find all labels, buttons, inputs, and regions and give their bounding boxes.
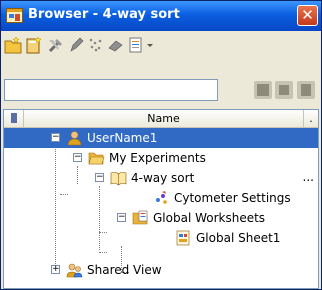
browser-window: Browser - 4-way sort ✕ Name . − UserName… [0,0,322,290]
user-icon [67,131,82,146]
window-title: Browser - 4-way sort [28,7,180,22]
column-header-extra[interactable]: . [304,110,318,127]
tree-node-label: My Experiments [109,151,206,165]
close-icon: ✕ [301,6,314,24]
tree-node-global-sheet1[interactable]: Global Sheet1 [4,228,318,248]
close-button[interactable]: ✕ [297,5,318,26]
column-header: Name . [4,110,318,128]
tree-node-4-way-sort[interactable]: − 4-way sort ... [4,168,318,188]
filter-icon[interactable] [254,81,272,99]
collapse-icon[interactable]: − [51,133,60,142]
shared-users-icon [66,263,83,278]
tree-node-my-experiments[interactable]: − My Experiments [4,148,318,168]
gate-icon[interactable] [87,36,105,54]
folder-open-icon [88,152,105,165]
browser-tree: Name . − UserName1 − My Experiments − 4-… [3,109,319,289]
title-bar[interactable]: Browser - 4-way sort ✕ [1,1,321,31]
column-marker-icon [10,113,17,123]
properties-icon[interactable] [297,81,315,99]
tree-node-label: 4-way sort [131,171,195,185]
search-input[interactable] [4,79,218,101]
worksheet-icon [176,230,190,246]
tree-node-username1[interactable]: − UserName1 [4,128,318,148]
eraser-icon[interactable] [107,36,125,54]
experiment-book-icon [110,172,127,186]
cytometer-settings-icon [156,191,167,204]
collapse-icon[interactable]: − [117,213,126,222]
search-row [1,79,321,105]
tree-node-cytometer-settings[interactable]: Cytometer Settings [4,188,318,208]
worksheets-folder-icon [132,210,148,225]
more-indicator: ... [302,170,314,184]
new-folder-icon[interactable] [4,36,22,54]
collapse-icon[interactable]: − [95,173,104,182]
tools-icon[interactable] [47,36,65,54]
tree-node-label: UserName1 [87,131,158,145]
sort-icon[interactable] [275,81,293,99]
tree-node-label: Global Sheet1 [196,231,281,245]
tree-guide [99,252,107,253]
tree-node-label: Shared View [87,263,162,277]
tree-node-shared-view[interactable]: + Shared View [4,260,318,280]
collapse-icon[interactable]: − [73,153,82,162]
tree-node-label: Cytometer Settings [174,191,291,205]
document-icon[interactable] [127,36,145,54]
column-header-name[interactable]: Name [24,110,304,127]
chevron-down-icon[interactable] [145,36,155,54]
tree-node-label: Global Worksheets [153,211,266,225]
column-header-icon[interactable] [4,110,24,127]
new-experiment-icon[interactable] [25,36,43,54]
browser-app-icon [6,8,23,23]
tree-node-global-worksheets[interactable]: − Global Worksheets [4,208,318,228]
toolbar [1,33,321,59]
expand-icon[interactable]: + [51,265,60,274]
pen-icon[interactable] [67,36,85,54]
